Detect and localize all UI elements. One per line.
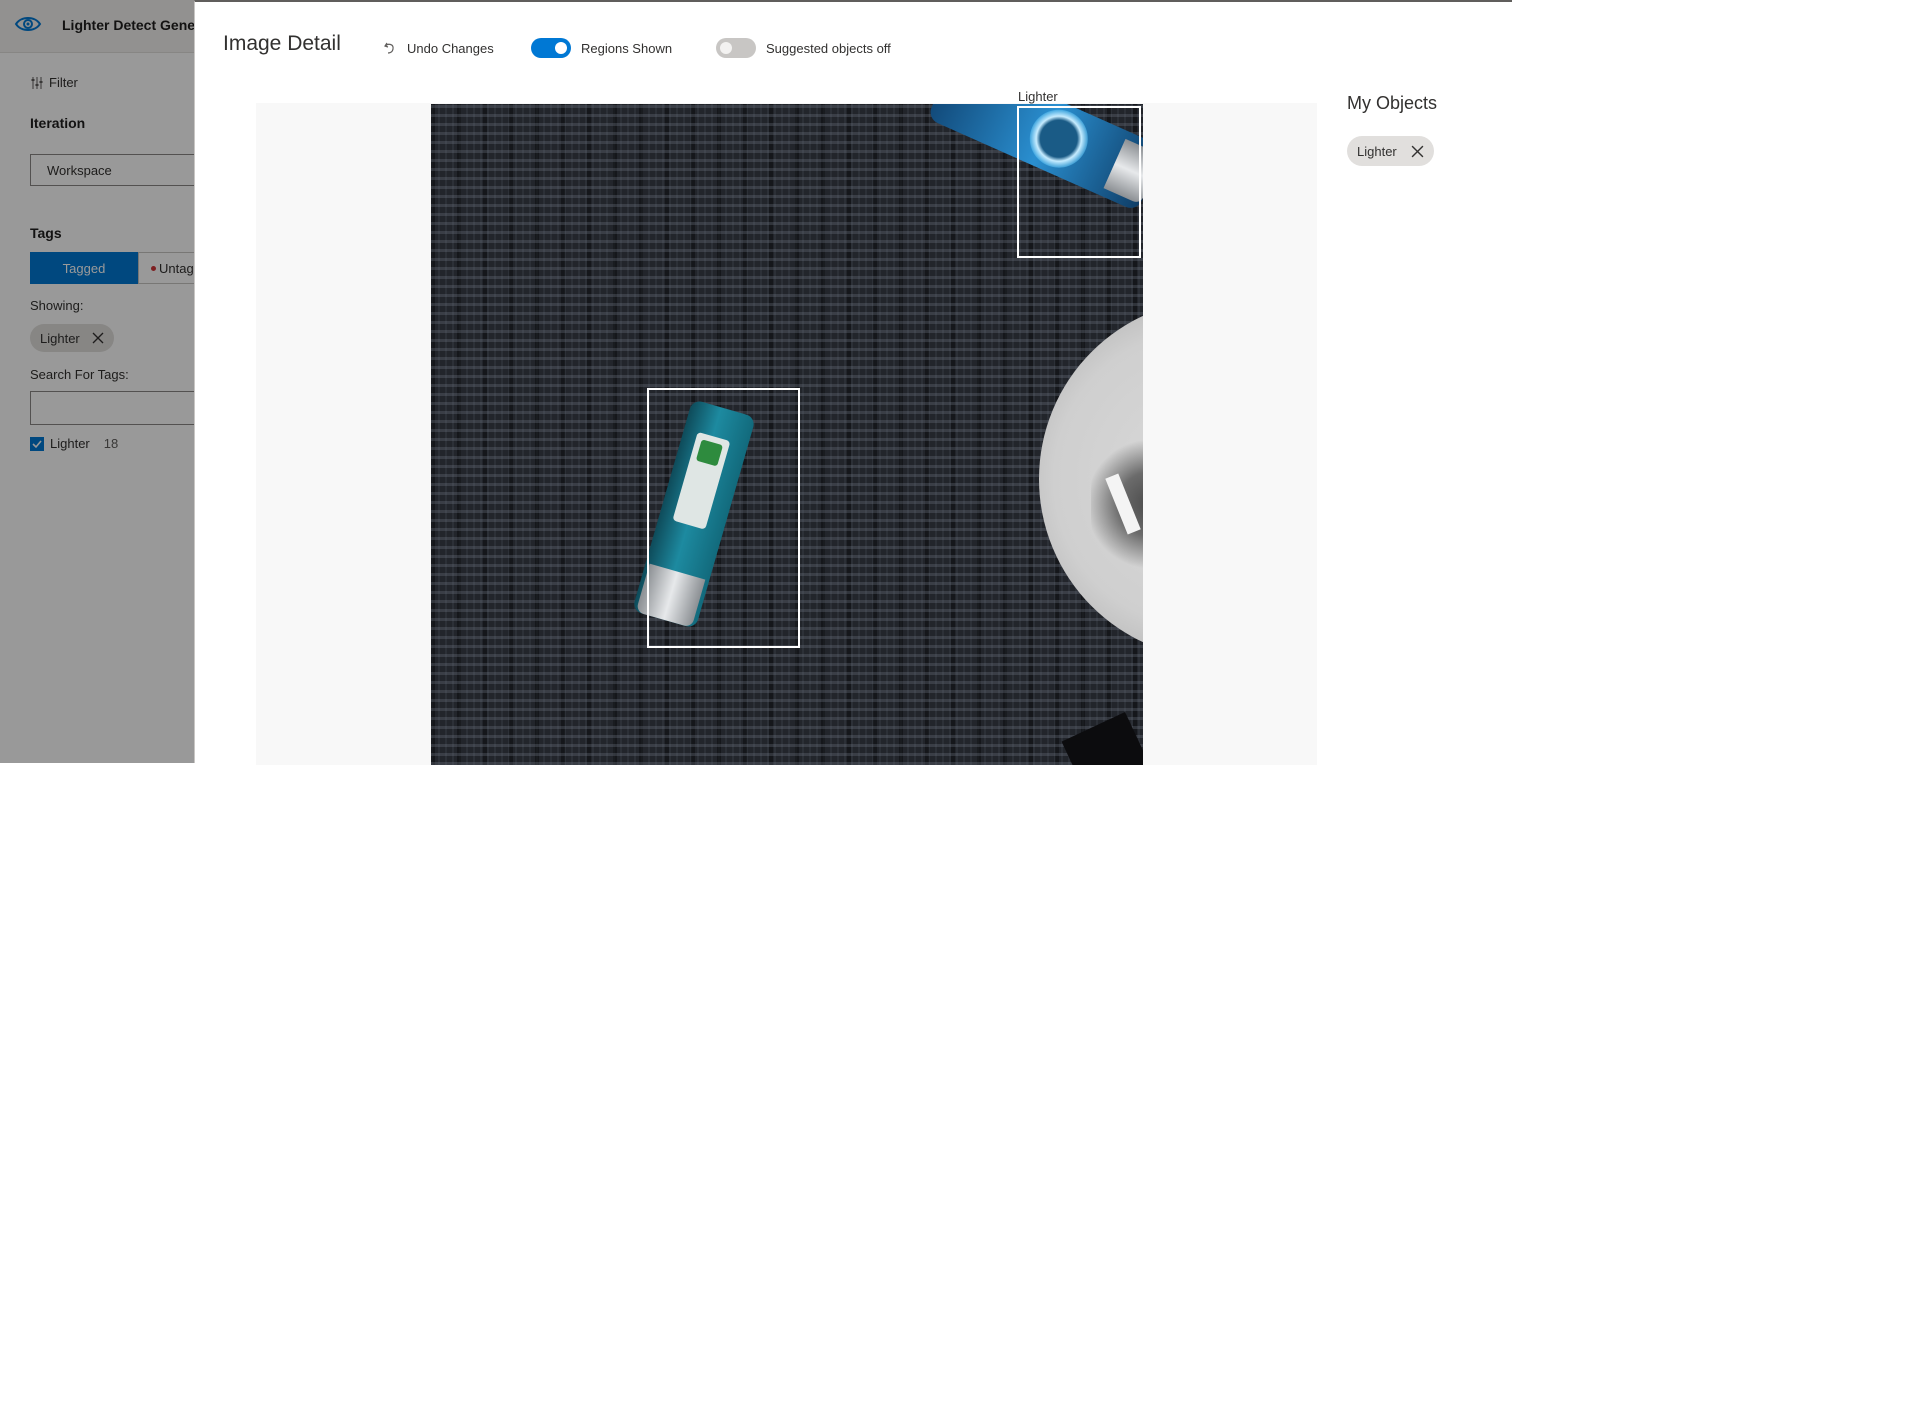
my-objects-heading: My Objects (1347, 93, 1438, 113)
regions-label: Regions Shown (581, 40, 673, 56)
close-icon[interactable] (1411, 145, 1424, 158)
suggested-toggle-switch[interactable] (716, 38, 756, 58)
dark-object (1061, 712, 1143, 765)
region-label: Lighter (1018, 89, 1058, 104)
object-chip: Lighter (1347, 136, 1434, 166)
panel-title: Image Detail (223, 32, 341, 55)
object-chip-label: Lighter (1357, 143, 1397, 159)
undo-icon (384, 42, 394, 54)
suggested-objects-toggle[interactable]: Suggested objects off (716, 38, 891, 58)
image-canvas[interactable] (256, 103, 1317, 765)
tagged-photo[interactable] (431, 104, 1143, 765)
image-detail-panel: Image Detail Undo Changes Regions Shown … (194, 0, 1512, 765)
toggle-knob (720, 42, 732, 54)
undo-label: Undo Changes (407, 40, 494, 56)
regions-toggle-switch[interactable] (531, 38, 571, 58)
region-box-1[interactable] (1017, 106, 1141, 258)
toggle-knob (555, 42, 567, 54)
region-box-2[interactable] (647, 388, 800, 648)
regions-shown-toggle[interactable]: Regions Shown (531, 38, 672, 58)
undo-changes-button[interactable]: Undo Changes (383, 38, 494, 58)
suggested-label: Suggested objects off (766, 40, 891, 56)
